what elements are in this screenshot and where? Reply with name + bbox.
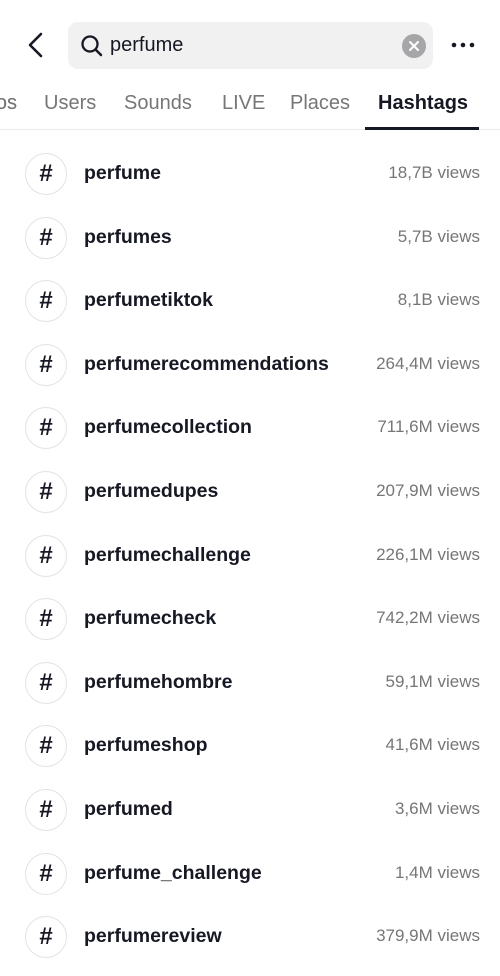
hashtag-name: perfume_challenge (84, 861, 262, 884)
hashtag-views: 379,9M views (376, 926, 480, 946)
tab-hashtags[interactable]: Hashtags (378, 92, 468, 115)
hashtag-icon: # (25, 789, 67, 831)
hashtag-name: perfumes (84, 225, 172, 248)
hashtag-name: perfumedupes (84, 480, 219, 502)
search-tabs: Videos os Users Sounds LIVE Places Hasht… (0, 80, 500, 130)
hashtag-views: 226,1M views (376, 544, 480, 564)
more-options-icon[interactable] (450, 36, 476, 54)
hashtag-icon: # (25, 343, 67, 386)
tab-users[interactable]: Users (44, 92, 96, 115)
hashtag-views: 264,4M views (376, 353, 480, 373)
hashtag-views: 18,7B views (388, 163, 480, 182)
hashtag-icon: # (25, 598, 67, 641)
hashtag-list-item[interactable]: # perfumerecommendations 264,4M views (0, 335, 500, 395)
hashtag-icon: # (25, 852, 67, 895)
hashtag-name: perfumed (84, 798, 173, 820)
hashtag-name: perfumereview (84, 925, 222, 948)
back-icon[interactable] (22, 30, 52, 60)
active-tab-indicator (365, 127, 479, 130)
hashtag-views: 742,2M views (376, 608, 480, 628)
hashtag-list-item[interactable]: # perfumed 3,6M views (0, 780, 500, 840)
hashtag-views: 1,4M views (394, 862, 480, 882)
hashtag-list-item[interactable]: # perfumedupes 207,9M views (0, 462, 500, 522)
clear-search-icon[interactable] (402, 34, 426, 58)
hashtag-icon: # (25, 280, 67, 323)
hashtag-icon: # (25, 471, 67, 513)
hashtag-views: 59,1M views (385, 671, 480, 691)
hashtag-list-item[interactable]: # perfumehombre 59,1M views (0, 653, 500, 713)
search-icon (81, 35, 103, 57)
hashtag-views: 5,7B views (397, 226, 480, 246)
tab-videos-visible-part: os (0, 92, 17, 114)
hashtag-views: 207,9M views (376, 481, 480, 500)
hashtag-name: perfumecollection (84, 416, 252, 439)
hashtag-list-item[interactable]: # perfumechallenge 226,1M views (0, 526, 500, 586)
tab-places[interactable]: Places (290, 92, 350, 115)
hashtag-icon: # (25, 661, 67, 704)
hashtag-views: 41,6M views (385, 735, 480, 755)
hashtag-list-item[interactable]: # perfumecollection 711,6M views (0, 398, 500, 458)
hashtag-name: perfume (84, 162, 161, 184)
tab-sounds[interactable]: Sounds (124, 92, 192, 115)
hashtag-list-item[interactable]: # perfume_challenge 1,4M views (0, 844, 500, 904)
hashtag-list-item[interactable]: # perfumetiktok 8,1B views (0, 271, 500, 331)
hashtag-list-item[interactable]: # perfumecheck 742,2M views (0, 589, 500, 649)
hashtag-list-item[interactable]: # perfumes 5,7B views (0, 208, 500, 268)
hashtag-name: perfumehombre (84, 670, 233, 693)
hashtag-views: 8,1B views (397, 290, 480, 310)
hashtag-list-item[interactable]: # perfume 18,7B views (0, 144, 500, 204)
hashtag-list-item[interactable]: # perfumeshop 41,6M views (0, 716, 500, 776)
hashtag-icon: # (25, 534, 67, 577)
hashtag-name: perfumetiktok (84, 289, 213, 312)
hashtag-icon: # (25, 725, 67, 768)
search-input[interactable] (110, 22, 390, 69)
hashtag-name: perfumecheck (84, 607, 217, 630)
hashtag-views: 711,6M views (377, 417, 480, 437)
search-bar (68, 22, 433, 69)
hashtag-name: perfumechallenge (84, 543, 251, 566)
tab-live[interactable]: LIVE (222, 92, 265, 115)
hashtag-name: perfumerecommendations (84, 352, 329, 375)
hashtag-icon: # (25, 153, 67, 195)
hashtag-icon: # (25, 916, 67, 959)
hashtag-views: 3,6M views (394, 799, 480, 818)
hashtag-icon: # (25, 407, 67, 450)
tab-videos[interactable]: Videos os (0, 92, 17, 115)
hashtag-list-item[interactable]: # perfumereview 379,9M views (0, 907, 500, 967)
hashtag-icon: # (25, 216, 67, 259)
hashtag-name: perfumeshop (84, 734, 208, 757)
